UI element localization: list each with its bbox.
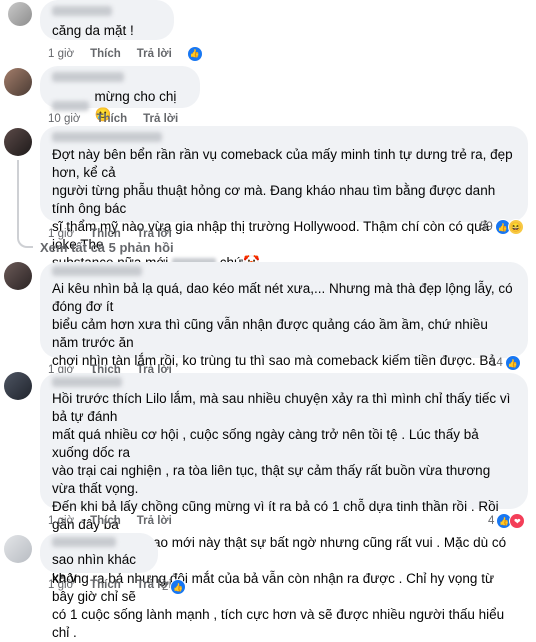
avatar[interactable] [4,262,32,290]
comment-bubble: Hồi trước thích Lilo lắm, mà sau nhiều c… [40,373,528,640]
commenter-name-redacted[interactable] [52,377,122,387]
comment-actions: 1 giờ Thích Trả lời [48,228,172,240]
reply-action[interactable]: Trả lời [143,113,178,125]
comment-time[interactable]: 10 giờ [48,113,80,125]
comment-time[interactable]: 1 giờ [48,228,74,240]
reaction-count: 2 [162,581,169,593]
like-icon: 👍 [170,579,187,595]
avatar[interactable] [8,2,32,26]
comment-bubble: mừng cho chị 🥲 [40,66,200,122]
avatar[interactable] [4,68,32,96]
comment-time[interactable]: 1 giờ [48,48,74,60]
comment-actions: 1 giờ Thích Trả lời 👍 [48,47,202,61]
comment-actions: 10 giờ Thích Trả lời [48,113,178,125]
comment-bubble: Ai kêu nhìn bả lạ quá, dao kéo mất nét x… [40,262,528,404]
thread-curve [17,236,33,248]
comment-bubble: Đợt này bên bển rần rần vụ comeback của … [40,126,528,270]
reply-action[interactable]: Trả lời [137,228,172,240]
comment-text: căng da mặt ! [52,23,134,38]
commenter-name-redacted[interactable] [52,6,112,16]
comment-time[interactable]: 1 giờ [48,579,74,591]
reaction-count: 4 [488,515,495,527]
haha-icon: 😆 [507,219,524,235]
like-action[interactable]: Thích [90,579,121,591]
reaction-summary[interactable]: 14 👍 [490,355,521,371]
like-action[interactable]: Thích [96,113,127,125]
like-action[interactable]: Thích [90,515,121,527]
avatar[interactable] [4,372,32,400]
commenter-name-redacted[interactable] [52,537,116,547]
commenter-name-redacted[interactable] [52,132,162,142]
comment-actions: 1 giờ Thích Trả lời [48,515,172,527]
avatar[interactable] [4,535,32,563]
like-icon: 👍 [504,355,521,371]
comment-actions: 1 giờ Thích Trả lời [48,579,172,591]
see-all-replies-link[interactable]: Xem tất cả 5 phản hồi [40,240,174,255]
like-action[interactable]: Thích [90,48,121,60]
reaction-summary[interactable]: 2 👍 [162,579,187,595]
commenter-name-redacted[interactable] [52,72,124,82]
reply-action[interactable]: Trả lời [137,48,172,60]
comment-bubble: sao nhìn khác xa v [40,533,158,585]
avatar[interactable] [4,128,32,156]
thread-line [17,160,19,236]
heart-icon: ❤ [509,513,526,529]
reaction-count: 59 [480,221,493,233]
reaction-count: 14 [490,357,503,369]
like-icon: 👍 [187,47,202,61]
comment-time[interactable]: 1 giờ [48,515,74,527]
like-action[interactable]: Thích [90,228,121,240]
reaction-summary[interactable]: 59 👍 😆 [480,219,524,235]
comment-bubble: căng da mặt ! [40,0,174,40]
commenter-name-redacted[interactable] [52,266,142,276]
reaction-summary[interactable]: 4 👍 ❤ [488,513,526,529]
reply-action[interactable]: Trả lời [137,515,172,527]
tagged-name-redacted[interactable] [52,101,89,111]
